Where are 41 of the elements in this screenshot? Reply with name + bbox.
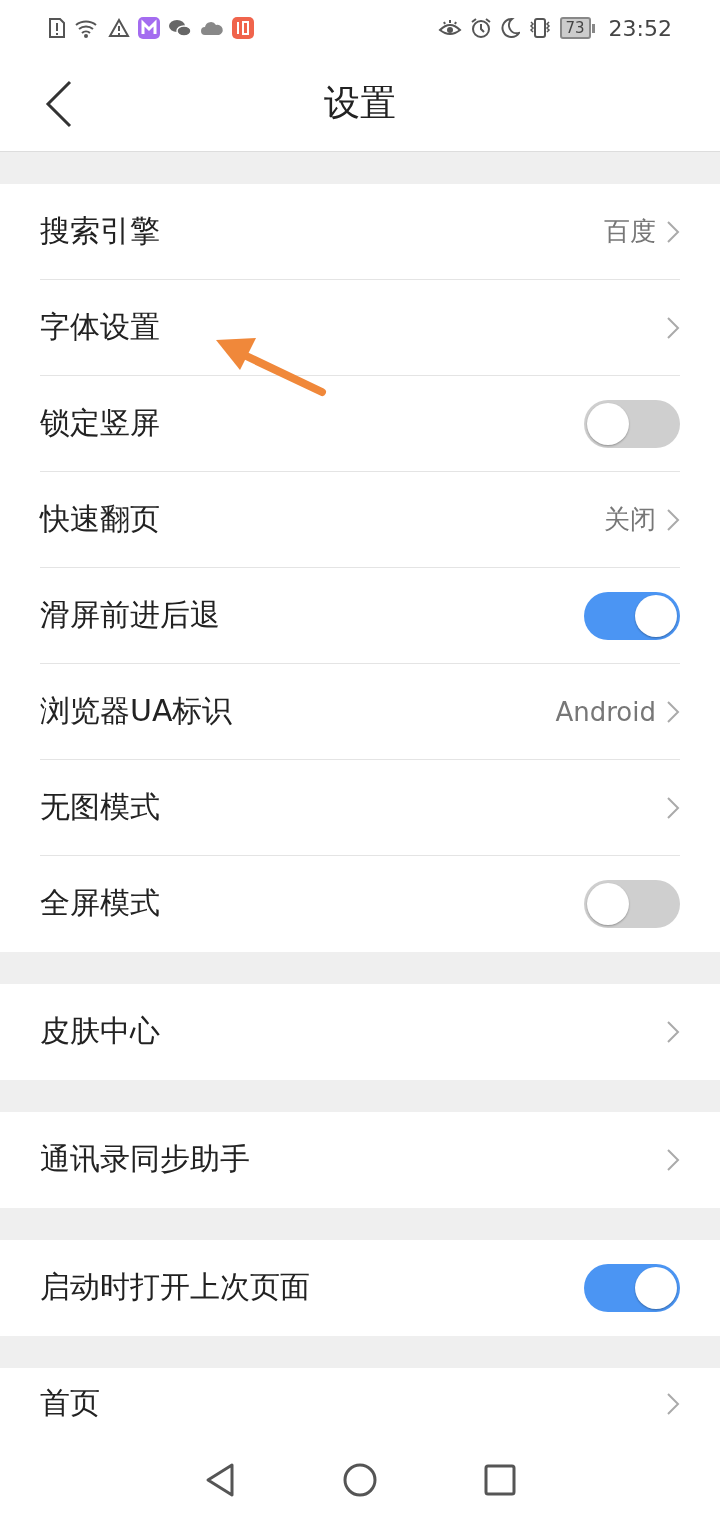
eye-icon (437, 18, 462, 38)
chevron-right-icon[interactable] (666, 507, 680, 532)
chat-icon (168, 18, 192, 38)
alarm-icon (469, 17, 492, 39)
setting-label: 滑屏前进后退 (40, 596, 221, 634)
sim-alert-icon (48, 17, 66, 39)
chevron-right-icon[interactable] (666, 219, 680, 244)
setting-value: 百度 (604, 215, 656, 248)
toggle-switch[interactable] (584, 879, 680, 928)
setting-label: 通讯录同步助手 (40, 1140, 251, 1178)
chevron-right-icon[interactable] (666, 1019, 680, 1044)
cloud-icon (200, 20, 224, 36)
setting-label: 搜索引擎 (40, 212, 161, 250)
toggle-switch[interactable] (584, 591, 680, 640)
setting-label: 启动时打开上次页面 (40, 1268, 311, 1306)
chevron-right-icon[interactable] (666, 315, 680, 340)
setting-label: 浏览器UA标识 (40, 692, 234, 730)
setting-label: 字体设置 (40, 308, 161, 346)
chevron-right-icon[interactable] (666, 795, 680, 820)
chevron-right-icon[interactable] (666, 1147, 680, 1172)
clock-time: 23:52 (608, 15, 672, 41)
setting-value: Android (555, 696, 656, 727)
vibrate-icon (527, 17, 552, 39)
setting-label: 皮肤中心 (40, 1012, 161, 1050)
app-icon (138, 17, 160, 39)
app-icon (232, 17, 254, 39)
moon-icon (499, 17, 520, 39)
setting-label: 快速翻页 (40, 500, 161, 538)
setting-label: 锁定竖屏 (40, 404, 161, 442)
toggle-switch[interactable] (584, 399, 680, 448)
setting-label: 首页 (40, 1384, 101, 1422)
setting-value: 关闭 (604, 503, 656, 536)
chevron-right-icon[interactable] (666, 1391, 680, 1416)
toggle-switch[interactable] (584, 1263, 680, 1312)
warning-icon (108, 18, 130, 38)
setting-label: 全屏模式 (40, 884, 161, 922)
setting-label: 无图模式 (40, 788, 161, 826)
recents-nav-icon[interactable] (484, 1464, 517, 1496)
home-nav-icon[interactable] (343, 1463, 377, 1497)
page-title: 设置 (324, 81, 396, 125)
chevron-right-icon[interactable] (666, 699, 680, 724)
